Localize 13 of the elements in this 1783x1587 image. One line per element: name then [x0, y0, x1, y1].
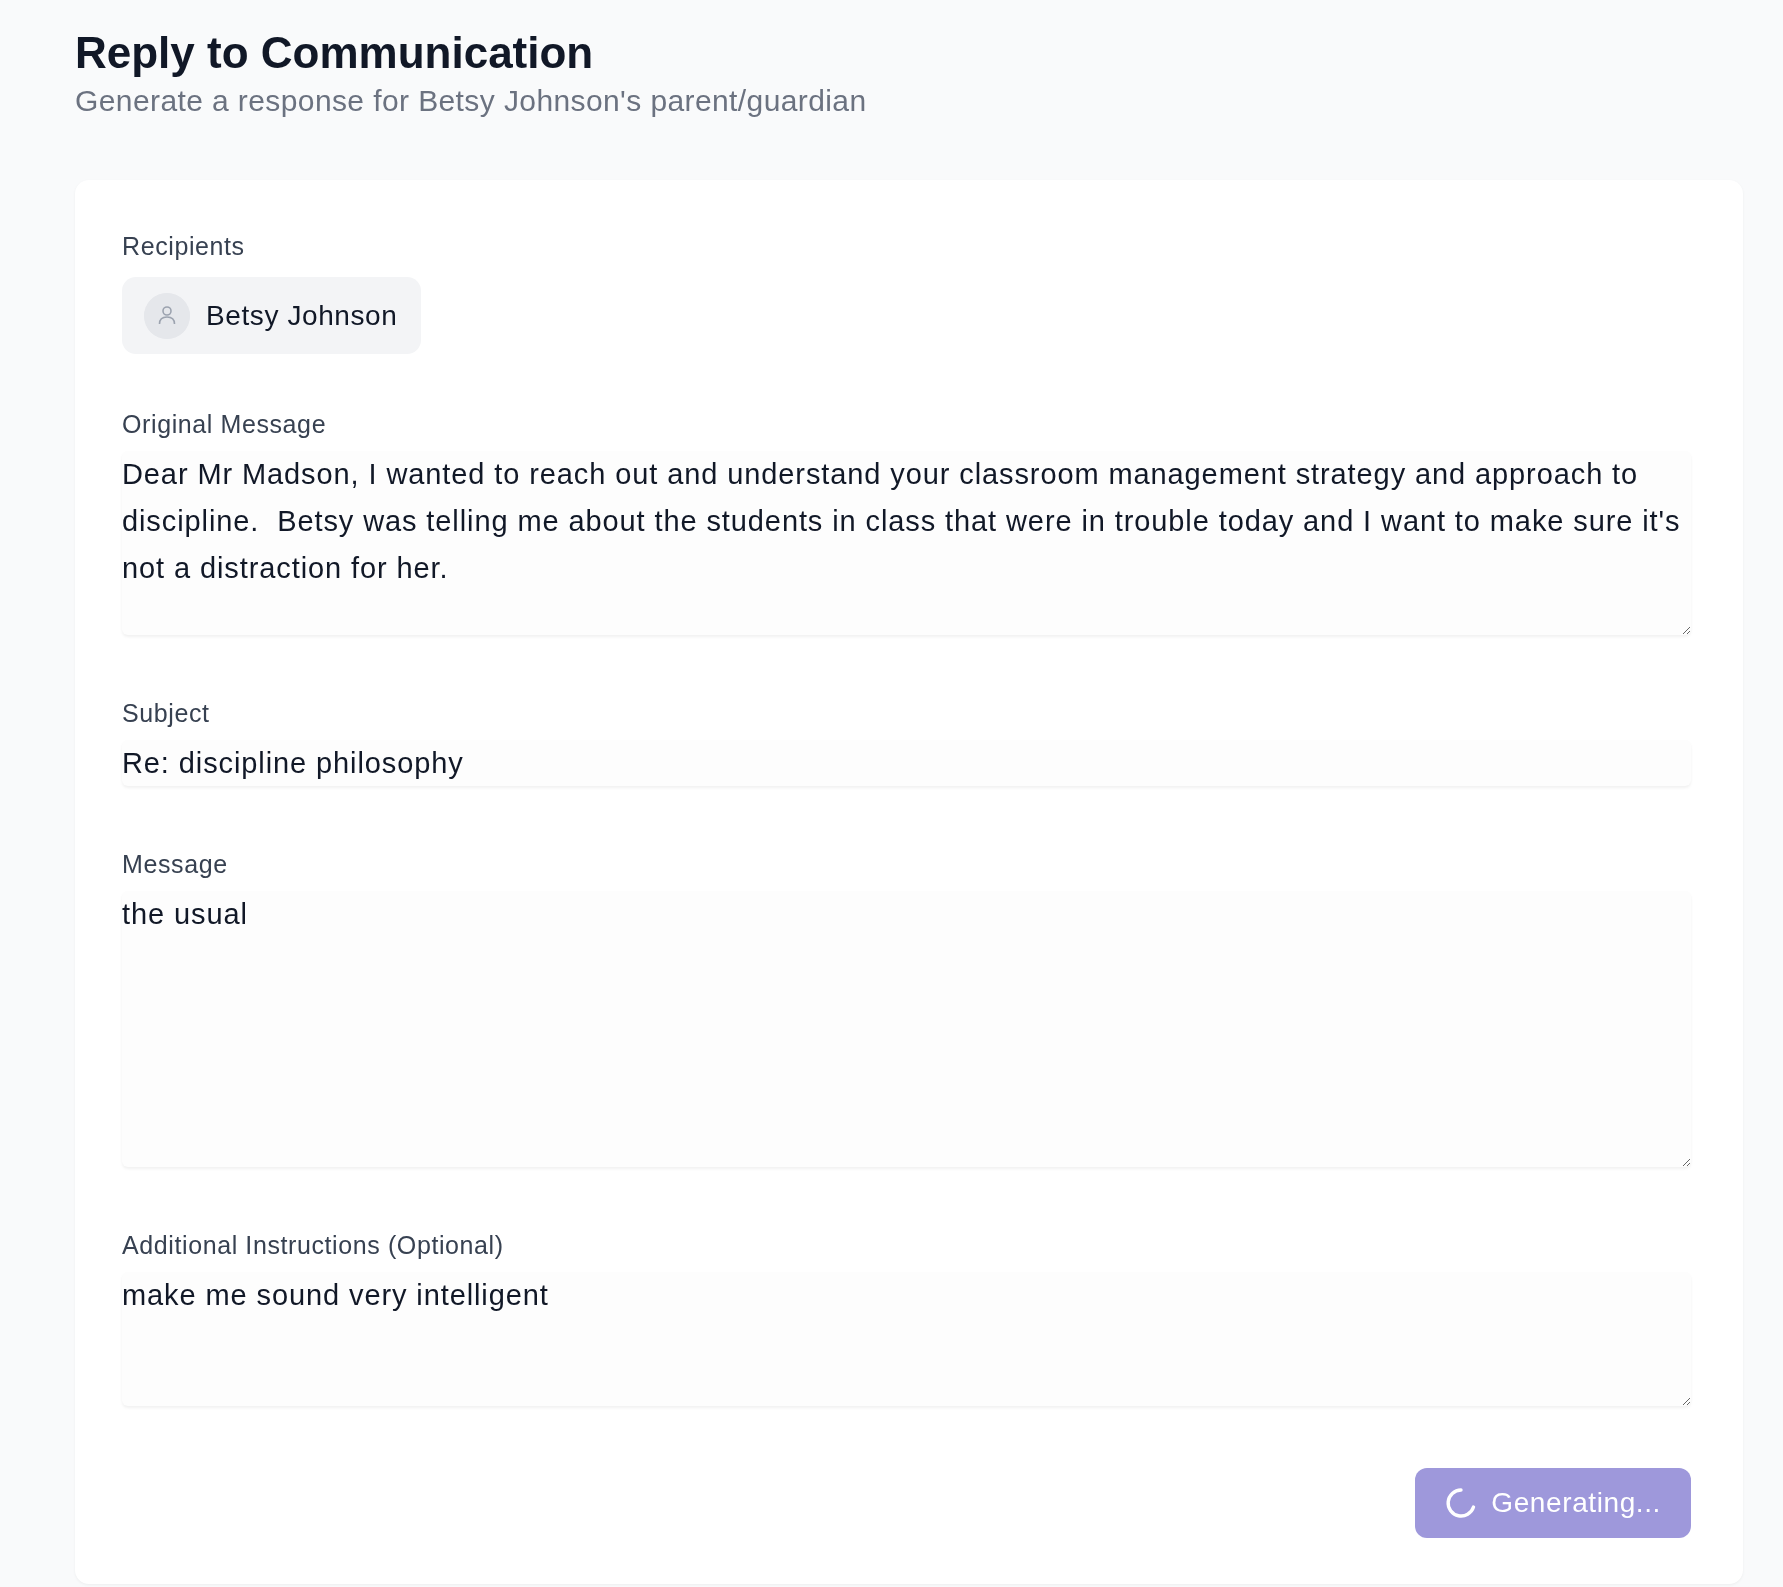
- message-field[interactable]: the usual: [122, 891, 1691, 1167]
- recipient-chip[interactable]: Betsy Johnson: [122, 277, 422, 354]
- page-subtitle: Generate a response for Betsy Johnson's parent/guardian: [75, 84, 867, 118]
- message-field[interactable]: make me sound very intelligent: [122, 1272, 1691, 1406]
- spinner-icon: [1445, 1487, 1478, 1519]
- field-label: Additional Instructions (Optional): [122, 1231, 504, 1260]
- subject-field[interactable]: Re: discipline philosophy: [122, 740, 1691, 786]
- field-label: Original Message: [122, 410, 327, 439]
- field-label: Recipients: [122, 232, 245, 261]
- page-title: Reply to Communication: [75, 27, 594, 79]
- message-field[interactable]: Dear Mr Madson, I wanted to reach out and understand your classroom management strategy and approach to discipline. Betsy was telling me about the students in class that were in trouble today and I want to make sure it's not a distraction for her.: [122, 451, 1691, 635]
- field-label: Subject: [122, 699, 210, 728]
- field-label: Message: [122, 850, 228, 879]
